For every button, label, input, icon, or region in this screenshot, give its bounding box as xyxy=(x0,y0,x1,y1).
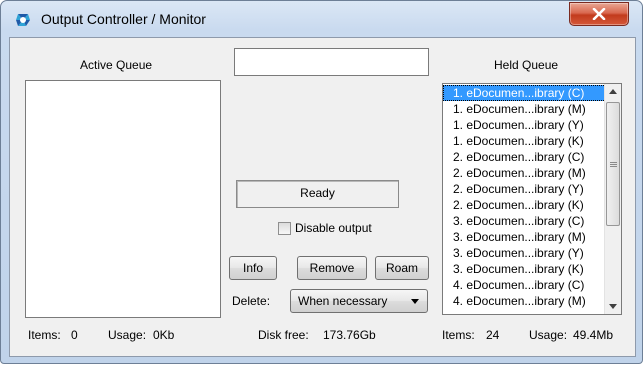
held-usage-value: 49.4Mb xyxy=(573,328,614,342)
output-controller-window: Output Controller / Monitor Active Queue… xyxy=(0,0,643,364)
delete-label: Delete: xyxy=(232,294,271,308)
delete-policy-dropdown[interactable]: When necessary xyxy=(290,289,428,313)
roam-button[interactable]: Roam xyxy=(375,256,429,280)
grip-line xyxy=(610,162,617,163)
disable-output-checkbox[interactable] xyxy=(278,222,291,235)
held-queue-list[interactable]: 1. eDocumen...ibrary (C) 1. eDocumen...ib… xyxy=(442,83,622,315)
grip-line xyxy=(610,166,617,167)
held-queue-item[interactable]: 4. eDocumen...ibrary (C) xyxy=(443,277,621,293)
status-display: Ready xyxy=(236,180,399,208)
held-items-value: 24 xyxy=(486,328,500,342)
close-button[interactable] xyxy=(569,2,629,26)
held-queue-item[interactable]: 2. eDocumen...ibrary (M) xyxy=(443,165,621,181)
remove-button[interactable]: Remove xyxy=(297,256,367,280)
held-queue-header: Held Queue xyxy=(494,58,559,72)
close-icon xyxy=(592,8,606,20)
held-queue-item[interactable]: 3. eDocumen...ibrary (Y) xyxy=(443,245,621,261)
active-queue-list[interactable] xyxy=(25,80,221,318)
held-queue-item[interactable]: 1. eDocumen...ibrary (K) xyxy=(443,133,621,149)
held-queue-item[interactable]: 4. eDocumen...ibrary (M) xyxy=(443,293,621,309)
active-queue-header: Active Queue xyxy=(80,58,153,72)
held-queue-item[interactable]: 1. eDocumen...ibrary (Y) xyxy=(443,117,621,133)
held-queue-item[interactable]: 1. eDocumen...ibrary (M) xyxy=(443,101,621,117)
disable-output-label[interactable]: Disable output xyxy=(295,221,372,235)
status-text: Ready xyxy=(300,186,335,200)
held-queue-item[interactable]: 3. eDocumen...ibrary (M) xyxy=(443,229,621,245)
scroll-down-arrow-icon[interactable] xyxy=(609,304,617,309)
held-queue-scrollbar[interactable] xyxy=(604,84,621,314)
held-items-label: Items: xyxy=(442,328,475,342)
active-items-label: Items: xyxy=(28,328,61,342)
scroll-thumb[interactable] xyxy=(606,102,620,226)
active-items-value: 0 xyxy=(71,328,78,342)
disk-free-label: Disk free: xyxy=(258,328,309,342)
job-name-field[interactable] xyxy=(234,48,429,76)
held-queue-item[interactable]: 2. eDocumen...ibrary (Y) xyxy=(443,181,621,197)
held-queue-item[interactable]: 2. eDocumen...ibrary (C) xyxy=(443,149,621,165)
active-usage-value: 0Kb xyxy=(153,328,175,342)
held-queue-item[interactable]: 2. eDocumen...ibrary (K) xyxy=(443,197,621,213)
held-queue-item[interactable]: 3. eDocumen...ibrary (K) xyxy=(443,261,621,277)
held-queue-item[interactable]: 3. eDocumen...ibrary (C) xyxy=(443,213,621,229)
title-bar[interactable]: Output Controller / Monitor xyxy=(1,1,642,37)
scroll-up-arrow-icon[interactable] xyxy=(609,89,617,94)
held-queue-item[interactable]: 1. eDocumen...ibrary (C) xyxy=(443,85,621,101)
grip-line xyxy=(610,164,617,165)
info-button[interactable]: Info xyxy=(229,256,277,280)
active-usage-label: Usage: xyxy=(108,328,147,342)
held-usage-label: Usage: xyxy=(529,328,568,342)
disk-free-value: 173.76Gb xyxy=(323,328,376,342)
window-title: Output Controller / Monitor xyxy=(41,11,206,27)
delete-policy-value: When necessary xyxy=(298,294,388,308)
client-area: Active Queue Items: 0 Usage: 0Kb Ready D… xyxy=(9,37,636,357)
app-logo-icon xyxy=(15,12,31,28)
chevron-down-icon xyxy=(411,299,419,304)
